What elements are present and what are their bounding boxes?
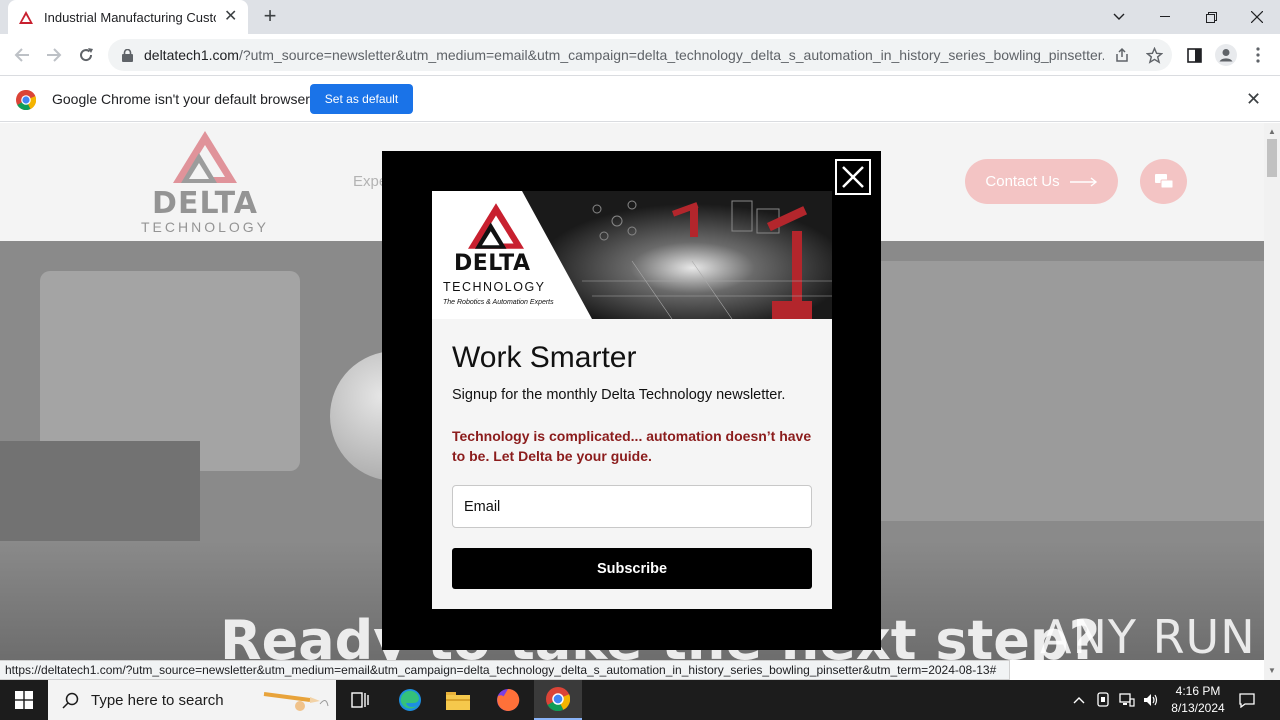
clock-date: 8/13/2024	[1171, 701, 1225, 715]
anyrun-watermark: ANY RUN	[1040, 610, 1256, 664]
scroll-down-icon[interactable]: ▼	[1268, 666, 1276, 675]
modal-subtitle: Signup for the monthly Delta Technology …	[452, 387, 786, 403]
start-button[interactable]	[0, 680, 48, 720]
modal-tagline: Technology is complicated... automation …	[452, 428, 812, 464]
newsletter-banner: DELTA TECHNOLOGY The Robotics & Automati…	[432, 191, 832, 319]
banner-logo-sub: TECHNOLOGY	[443, 280, 546, 294]
site-logo-sub: TECHNOLOGY	[140, 219, 269, 235]
chat-button[interactable]	[1140, 159, 1187, 204]
contact-us-button[interactable]: Contact Us	[965, 159, 1118, 204]
share-icon[interactable]	[1110, 43, 1134, 67]
delta-favicon-icon	[18, 9, 34, 25]
lock-icon[interactable]	[120, 48, 134, 62]
tab-search-icon[interactable]	[1096, 0, 1142, 34]
site-logo-mark-icon	[173, 131, 237, 183]
arrow-right-icon	[1069, 176, 1097, 187]
chrome-logo-icon	[16, 89, 37, 115]
side-panel-icon[interactable]	[1182, 43, 1206, 67]
email-field[interactable]	[452, 485, 812, 528]
search-icon	[62, 692, 79, 709]
page-scrollbar[interactable]: ▲ ▼	[1264, 123, 1280, 680]
default-browser-infobar: Google Chrome isn't your default browser…	[0, 77, 1280, 122]
windows-logo-icon	[15, 691, 33, 709]
hero-image-background	[880, 261, 1264, 521]
site-logo[interactable]: DELTA TECHNOLOGY	[140, 131, 270, 235]
notification-icon[interactable]	[1236, 680, 1258, 720]
newsletter-modal: DELTA TECHNOLOGY The Robotics & Automati…	[382, 151, 881, 650]
clock-time: 4:16 PM	[1175, 684, 1221, 698]
chat-bubbles-icon	[1154, 173, 1173, 188]
menu-kebab-icon[interactable]	[1246, 43, 1270, 67]
newsletter-card: DELTA TECHNOLOGY The Robotics & Automati…	[432, 191, 832, 609]
banner-logo-word: DELTA	[454, 251, 531, 276]
minimize-icon[interactable]	[1142, 0, 1188, 34]
profile-avatar-icon[interactable]	[1214, 43, 1238, 67]
browser-toolbar: deltatech1.com/?utm_source=newsletter&ut…	[0, 34, 1280, 76]
infobar-message: Google Chrome isn't your default browser	[52, 91, 310, 107]
tray-device-icon[interactable]	[1092, 680, 1114, 720]
scroll-up-icon[interactable]: ▲	[1268, 127, 1276, 136]
browser-tab[interactable]: Industrial Manufacturing Custom ✕	[8, 0, 248, 34]
tab-strip: Industrial Manufacturing Custom ✕ +	[0, 0, 1280, 34]
new-tab-button[interactable]: +	[258, 5, 282, 29]
network-icon[interactable]	[1116, 680, 1138, 720]
link-status-bar: https://deltatech1.com/?utm_source=newsl…	[0, 660, 1010, 680]
contact-us-label: Contact Us	[985, 173, 1060, 190]
banner-tagline: The Robotics & Automation Experts	[443, 299, 554, 306]
task-view-icon[interactable]	[336, 680, 384, 720]
banner-logo-mark-icon	[468, 203, 524, 249]
tab-title: Industrial Manufacturing Custom	[44, 9, 216, 25]
chrome-taskbar-icon[interactable]	[534, 680, 582, 720]
reload-icon[interactable]	[74, 43, 98, 67]
search-highlight-pencil-icon	[263, 692, 329, 711]
restore-icon[interactable]	[1188, 0, 1234, 34]
taskbar-search[interactable]: Type here to search	[48, 680, 336, 720]
close-icon	[842, 166, 864, 188]
close-window-icon[interactable]	[1234, 0, 1280, 34]
url-host: deltatech1.com	[144, 47, 239, 63]
windows-taskbar: Type here to search 4:16 PM 8/13/2024	[0, 680, 1280, 720]
edge-icon[interactable]	[386, 680, 434, 720]
modal-close-button[interactable]	[835, 159, 871, 195]
site-logo-word: DELTA	[152, 186, 258, 221]
taskbar-search-placeholder: Type here to search	[91, 691, 224, 709]
url-path: /?utm_source=newsletter&utm_medium=email…	[238, 47, 1104, 63]
volume-icon[interactable]	[1140, 680, 1162, 720]
taskbar-clock[interactable]: 4:16 PM 8/13/2024	[1160, 683, 1236, 717]
tray-overflow-chevron-icon[interactable]	[1068, 680, 1090, 720]
set-as-default-button[interactable]: Set as default	[310, 84, 413, 114]
url-text: deltatech1.com/?utm_source=newsletter&ut…	[144, 47, 1104, 63]
tab-close-icon[interactable]: ✕	[224, 9, 237, 25]
back-icon[interactable]	[10, 43, 34, 67]
address-bar[interactable]: deltatech1.com/?utm_source=newsletter&ut…	[108, 39, 1172, 71]
modal-title: Work Smarter	[452, 341, 637, 374]
scrollbar-thumb[interactable]	[1267, 139, 1277, 177]
forward-icon[interactable]	[42, 43, 66, 67]
subscribe-button[interactable]: Subscribe	[452, 548, 812, 589]
firefox-icon[interactable]	[484, 680, 532, 720]
infobar-close-icon[interactable]: ✕	[1246, 89, 1261, 110]
bookmark-star-icon[interactable]	[1142, 43, 1166, 67]
file-explorer-icon[interactable]	[434, 680, 482, 720]
